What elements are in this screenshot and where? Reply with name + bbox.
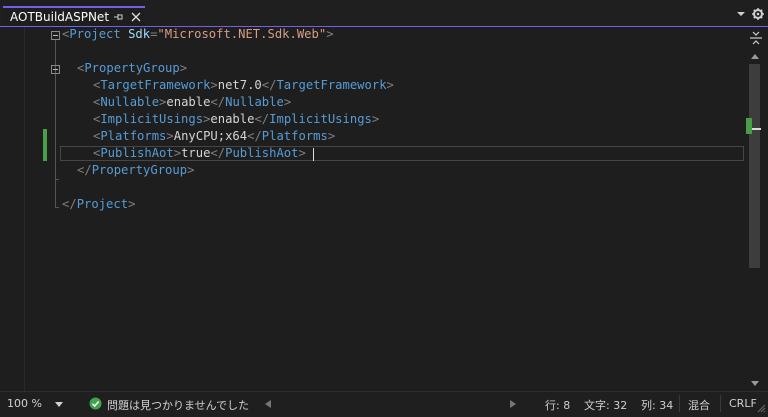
code-line-11: </Project> [62, 197, 136, 211]
code-line-1: <Project Sdk="Microsoft.NET.Sdk.Web"> [62, 27, 334, 41]
status-separator [679, 395, 680, 412]
gutter-separator [24, 27, 25, 391]
check-circle-icon[interactable] [89, 397, 102, 410]
fold-toggle-propertygroup[interactable] [51, 65, 60, 74]
tab-title: AOTBuildASPNet [10, 10, 110, 24]
status-separator [720, 395, 721, 412]
line-indicator[interactable]: 行: 8 [545, 397, 570, 413]
zoom-level: 100 % [7, 397, 42, 410]
fold-guide-end [55, 179, 59, 180]
split-editor-icon[interactable] [749, 31, 763, 45]
issues-status[interactable]: 問題は見つかりませんでした [107, 397, 249, 413]
pin-icon[interactable] [112, 11, 124, 23]
chevron-down-icon[interactable] [735, 8, 747, 20]
code-line-9: </PropertyGroup> [77, 163, 195, 177]
char-indicator[interactable]: 文字: 32 [584, 397, 627, 413]
column-indicator[interactable]: 列: 34 [641, 397, 673, 413]
scrollbar-caret-marker [752, 128, 761, 130]
zoom-dropdown[interactable]: 100 % [0, 394, 66, 413]
scroll-up-arrow-icon[interactable] [750, 52, 760, 60]
code-line-4: <TargetFramework>net7.0</TargetFramework… [93, 78, 394, 92]
code-editor[interactable]: <Project Sdk="Microsoft.NET.Sdk.Web"> <P… [0, 27, 746, 391]
whitespace-indicator[interactable]: 混合 [688, 397, 710, 413]
scrollbar-thumb[interactable] [749, 64, 760, 268]
horizontal-scrollbar[interactable] [262, 396, 522, 412]
code-line-6: <ImplicitUsings>enable</ImplicitUsings> [93, 112, 380, 126]
fold-toggle-project[interactable] [51, 31, 60, 40]
text-caret [313, 148, 314, 161]
scroll-right-arrow-icon[interactable] [510, 400, 516, 408]
scrollbar-change-marker [746, 118, 752, 134]
fold-guide-end [55, 207, 59, 208]
chevron-down-icon [55, 402, 63, 407]
change-marker [43, 129, 47, 161]
scroll-left-arrow-icon[interactable] [265, 400, 271, 408]
code-line-7: <Platforms>AnyCPU;x64</Platforms> [93, 129, 336, 143]
editor-status-bar: 100 % 問題は見つかりませんでした 行: 8 文字: 32 列: 34 混合… [0, 391, 768, 417]
document-tab-strip: AOTBuildASPNet [0, 0, 768, 27]
code-line-5: <Nullable>enable</Nullable> [93, 95, 292, 109]
fold-guide [55, 74, 56, 179]
code-line-8: <PublishAot>true</PublishAot> [93, 146, 306, 160]
code-line-3: <PropertyGroup> [77, 61, 188, 75]
document-tab[interactable]: AOTBuildASPNet [3, 6, 145, 26]
resize-grip-icon[interactable] [757, 404, 766, 413]
gear-icon[interactable] [751, 7, 765, 21]
scroll-down-arrow-icon[interactable] [750, 380, 760, 388]
line-ending-indicator[interactable]: CRLF [729, 397, 757, 410]
close-icon[interactable] [130, 11, 142, 23]
